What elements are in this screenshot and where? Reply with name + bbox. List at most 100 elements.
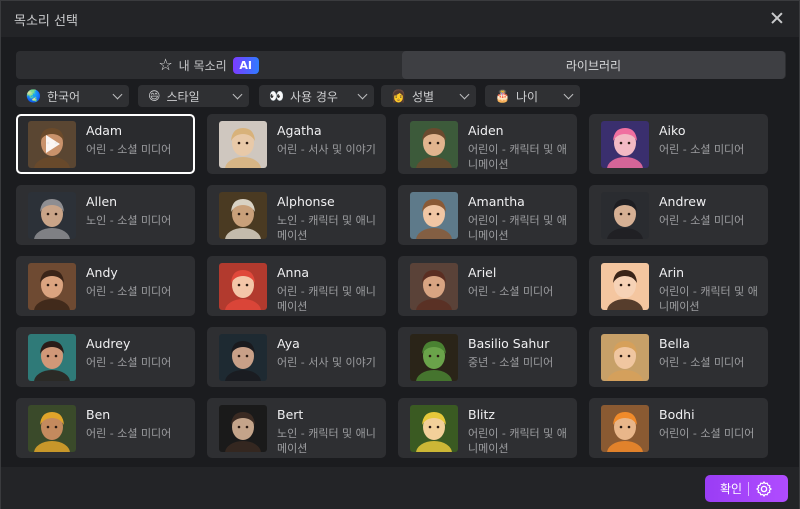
close-icon[interactable]: [769, 10, 785, 26]
voice-name: Andy: [86, 265, 118, 280]
avatar: [410, 192, 458, 239]
voice-name: Bert: [277, 407, 304, 422]
tab-library[interactable]: 라이브러리: [402, 51, 785, 79]
chevron-down-icon: [232, 89, 243, 100]
avatar: [410, 263, 458, 310]
voice-card[interactable]: Amantha 어린이 - 캐릭터 및 애니메이션: [398, 185, 577, 245]
filter-age-icon: 🎂: [495, 89, 510, 103]
voice-description: 노인 - 캐릭터 및 애니메이션: [277, 427, 376, 455]
avatar: [219, 263, 267, 310]
confirm-button[interactable]: 확인: [705, 475, 788, 502]
voice-card[interactable]: Audrey 어린 - 소셜 미디어: [16, 327, 195, 387]
voice-card[interactable]: Agatha 어린 - 서사 및 이야기: [207, 114, 386, 174]
voice-description: 어린 - 소셜 미디어: [86, 285, 172, 298]
voice-card[interactable]: Adam 어린 - 소셜 미디어: [16, 114, 195, 174]
filter-gender-label: 성별: [411, 89, 435, 104]
play-icon[interactable]: [46, 135, 60, 153]
voice-description: 어린 - 소셜 미디어: [659, 143, 745, 156]
voice-card[interactable]: Aiden 어린이 - 캐릭터 및 애니메이션: [398, 114, 577, 174]
avatar: [28, 121, 76, 168]
avatar: [28, 405, 76, 452]
avatar: [410, 405, 458, 452]
voice-name: Arin: [659, 265, 685, 280]
ai-badge: AI: [232, 56, 259, 74]
avatar: [601, 405, 649, 452]
tab-my-voice-label: 내 목소리: [178, 58, 227, 73]
title-bar: 목소리 선택: [1, 1, 799, 36]
voice-name: Ariel: [468, 265, 497, 280]
voice-card[interactable]: Aiko 어린 - 소셜 미디어: [589, 114, 768, 174]
filter-use-case-icon: 👀: [269, 89, 284, 103]
tab-bar: ☆ 내 목소리 AI 라이브러리: [16, 51, 786, 79]
voice-card[interactable]: Bodhi 어린이 - 소셜 미디어: [589, 398, 768, 458]
voice-name: Anna: [277, 265, 310, 280]
voice-card[interactable]: Allen 노인 - 소셜 미디어: [16, 185, 195, 245]
voice-description: 노인 - 캐릭터 및 애니메이션: [277, 214, 376, 242]
filter-style-label: 스타일: [166, 89, 200, 104]
filter-language-dropdown[interactable]: 🌏 한국어: [16, 85, 129, 107]
confirm-label: 확인: [720, 482, 743, 496]
voice-name: Bodhi: [659, 407, 695, 422]
voice-description: 어린이 - 캐릭터 및 애니메이션: [659, 285, 758, 313]
voice-description: 어린 - 소셜 미디어: [86, 356, 172, 369]
avatar: [410, 334, 458, 381]
voice-description: 노인 - 소셜 미디어: [86, 214, 172, 227]
voice-card[interactable]: Bella 어린 - 소셜 미디어: [589, 327, 768, 387]
chevron-down-icon: [357, 89, 368, 100]
voice-card[interactable]: Ben 어린 - 소셜 미디어: [16, 398, 195, 458]
voice-name: Basilio Sahur: [468, 336, 550, 351]
voice-description: 어린이 - 캐릭터 및 애니메이션: [468, 214, 567, 242]
avatar: [28, 334, 76, 381]
chevron-down-icon: [459, 89, 470, 100]
dialog-title: 목소리 선택: [14, 14, 78, 29]
voice-description: 어린이 - 캐릭터 및 애니메이션: [468, 143, 567, 171]
avatar: [601, 263, 649, 310]
filter-age-dropdown[interactable]: 🎂 나이: [485, 85, 580, 107]
voice-description: 어린이 - 캐릭터 및 애니메이션: [468, 427, 567, 455]
avatar: [219, 405, 267, 452]
filter-gender-icon: 👩: [391, 89, 406, 103]
voice-name: Aiden: [468, 123, 504, 138]
filter-style-dropdown[interactable]: 😄 스타일: [138, 85, 249, 107]
voice-name: Alphonse: [277, 194, 335, 209]
voice-card[interactable]: Blitz 어린이 - 캐릭터 및 애니메이션: [398, 398, 577, 458]
voice-name: Ben: [86, 407, 111, 422]
filter-language-icon: 🌏: [26, 89, 41, 103]
voice-card[interactable]: Bert 노인 - 캐릭터 및 애니메이션: [207, 398, 386, 458]
voice-name: Agatha: [277, 123, 322, 138]
voice-card[interactable]: Andrew 어린 - 소셜 미디어: [589, 185, 768, 245]
voice-card[interactable]: Alphonse 노인 - 캐릭터 및 애니메이션: [207, 185, 386, 245]
voice-description: 어린 - 소셜 미디어: [468, 285, 554, 298]
filter-use-case-dropdown[interactable]: 👀 사용 경우: [259, 85, 374, 107]
voice-name: Allen: [86, 194, 118, 209]
avatar: [219, 192, 267, 239]
filter-use-case-label: 사용 경우: [289, 89, 338, 104]
avatar: [410, 121, 458, 168]
voice-name: Adam: [86, 123, 123, 138]
voice-description: 어린 - 서사 및 이야기: [277, 356, 376, 369]
voice-card[interactable]: Andy 어린 - 소셜 미디어: [16, 256, 195, 316]
voice-description: 어린 - 소셜 미디어: [86, 143, 172, 156]
filter-style-icon: 😄: [148, 89, 161, 103]
voice-name: Aiko: [659, 123, 686, 138]
avatar: [219, 334, 267, 381]
chevron-down-icon: [563, 89, 574, 100]
footer: 확인: [1, 467, 799, 509]
avatar: [219, 121, 267, 168]
voice-name: Audrey: [86, 336, 131, 351]
voice-card[interactable]: Arin 어린이 - 캐릭터 및 애니메이션: [589, 256, 768, 316]
tab-my-voice[interactable]: ☆ 내 목소리 AI: [16, 51, 401, 79]
voice-description: 어린 - 캐릭터 및 애니메이션: [277, 285, 376, 313]
chevron-down-icon: [112, 89, 123, 100]
gear-icon[interactable]: [755, 480, 773, 498]
avatar: [601, 192, 649, 239]
voice-name: Blitz: [468, 407, 495, 422]
voice-card[interactable]: Ariel 어린 - 소셜 미디어: [398, 256, 577, 316]
voice-select-dialog: 목소리 선택 ☆ 내 목소리 AI 라이브러리 🌏 한국어 😄 스타일 👀 사용 경우 👩 성…: [0, 0, 800, 509]
filter-gender-dropdown[interactable]: 👩 성별: [381, 85, 476, 107]
voice-card[interactable]: Basilio Sahur 중년 - 소셜 미디어: [398, 327, 577, 387]
voice-name: Aya: [277, 336, 300, 351]
voice-card[interactable]: Aya 어린 - 서사 및 이야기: [207, 327, 386, 387]
avatar: [601, 334, 649, 381]
voice-card[interactable]: Anna 어린 - 캐릭터 및 애니메이션: [207, 256, 386, 316]
